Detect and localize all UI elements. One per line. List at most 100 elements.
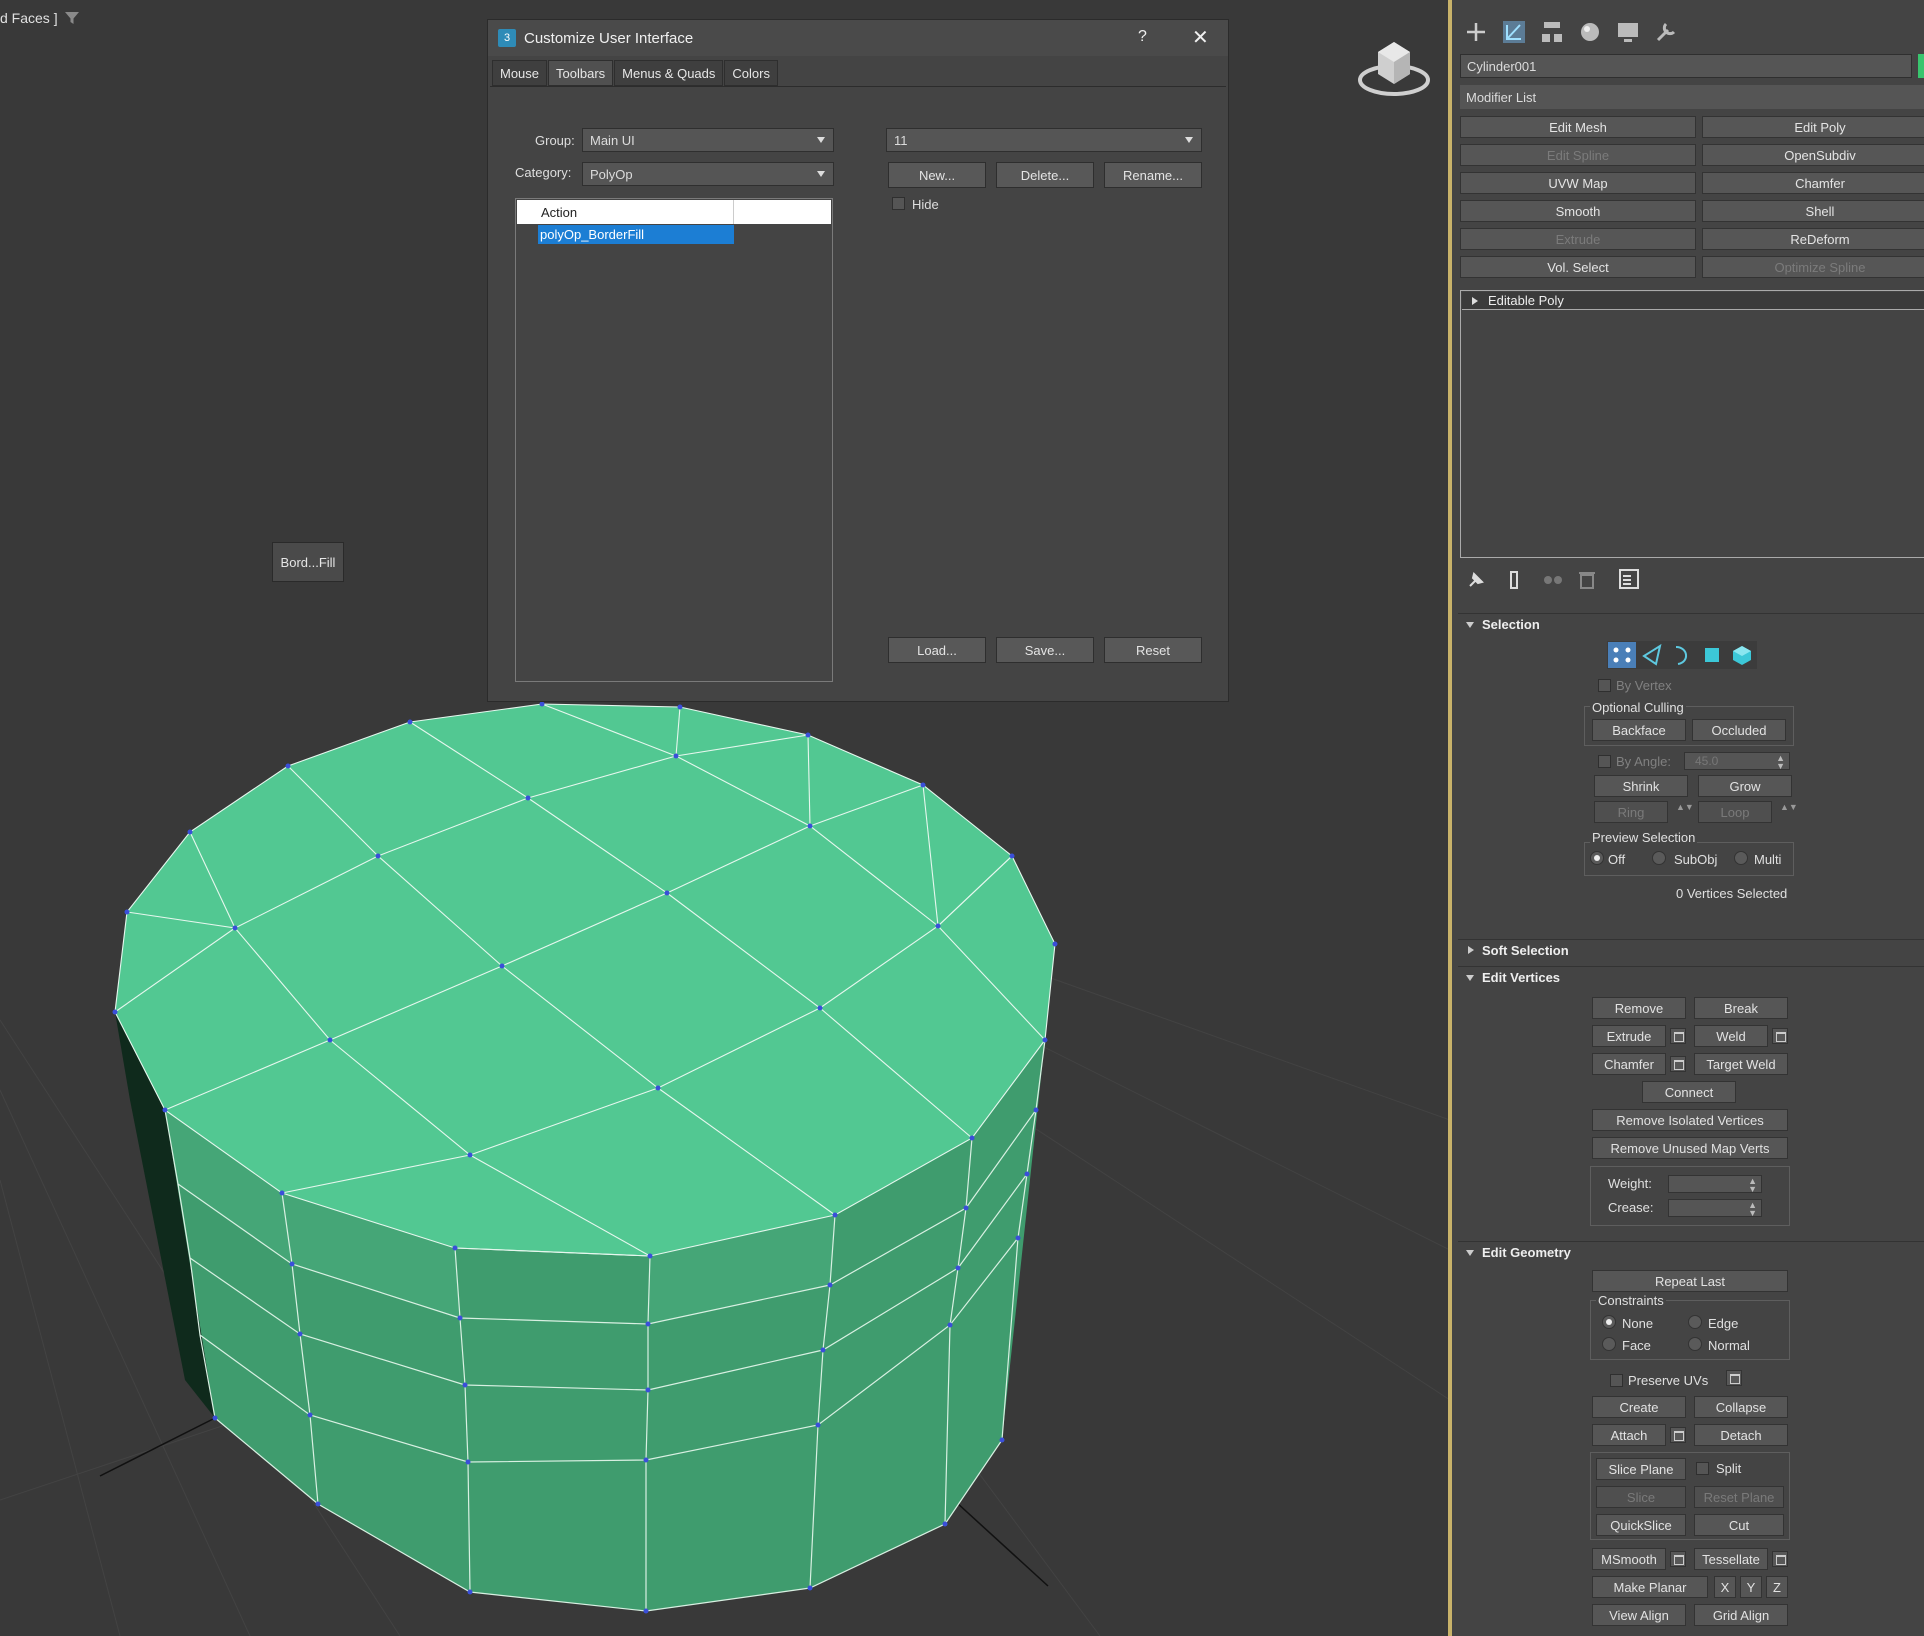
reset-button[interactable]: Reset [1104,637,1202,663]
tessellate-button[interactable]: Tessellate [1694,1548,1768,1570]
spinner-arrows-icon[interactable]: ▲ ▼ [1748,1177,1757,1194]
loop-button[interactable]: Loop [1698,801,1772,823]
close-icon[interactable]: ✕ [1192,25,1209,50]
slice-plane-button[interactable]: Slice Plane [1596,1458,1686,1480]
occluded-button[interactable]: Occluded [1692,719,1786,741]
modifier-redeform-button[interactable]: ReDeform [1702,228,1924,250]
border-level-icon[interactable] [1668,642,1696,668]
connect-button[interactable]: Connect [1642,1081,1736,1103]
tessellate-settings-icon[interactable] [1772,1551,1788,1567]
hierarchy-icon[interactable] [1538,18,1566,46]
modifier-uvw-map-button[interactable]: UVW Map [1460,172,1696,194]
quickslice-button[interactable]: QuickSlice [1596,1514,1686,1536]
modifier-edit-poly-button[interactable]: Edit Poly [1702,116,1924,138]
constraint-face-radio[interactable] [1602,1337,1616,1351]
edit-geometry-rollout-header[interactable]: Edit Geometry [1458,1241,1924,1263]
list-item-selected[interactable]: polyOp_BorderFill [538,225,734,244]
selection-rollout-header[interactable]: Selection [1458,613,1924,635]
constraint-edge-radio[interactable] [1688,1315,1702,1329]
preview-multi-radio[interactable] [1734,851,1748,865]
modifier-vol-select-button[interactable]: Vol. Select [1460,256,1696,278]
remove-button[interactable]: Remove [1592,997,1686,1019]
planar-z-button[interactable]: Z [1766,1576,1788,1598]
preserve-uvs-checkbox[interactable] [1610,1374,1623,1387]
by-vertex-checkbox[interactable] [1598,679,1611,692]
preserve-uvs-settings-icon[interactable] [1726,1370,1742,1386]
display-icon[interactable] [1614,18,1642,46]
modifier-smooth-button[interactable]: Smooth [1460,200,1696,222]
load-button[interactable]: Load... [888,637,986,663]
by-angle-checkbox[interactable] [1598,755,1611,768]
rename-button[interactable]: Rename... [1104,162,1202,188]
object-name-field[interactable]: Cylinder001 [1460,54,1912,78]
tab-toolbars[interactable]: Toolbars [548,60,614,86]
slice-button[interactable]: Slice [1596,1486,1686,1508]
extrude-settings-icon[interactable] [1670,1028,1686,1044]
vertex-level-icon[interactable] [1608,642,1636,668]
attach-settings-icon[interactable] [1670,1427,1686,1443]
tab-menus-quads[interactable]: Menus & Quads [614,60,724,86]
group-dropdown[interactable]: Main UI [582,128,834,152]
msmooth-settings-icon[interactable] [1670,1551,1686,1567]
constraint-normal-radio[interactable] [1688,1337,1702,1351]
category-dropdown[interactable]: PolyOp [582,162,834,186]
create-icon[interactable] [1462,18,1490,46]
break-button[interactable]: Break [1694,997,1788,1019]
viewport-shading-label[interactable]: d Faces ] [0,10,58,26]
edit-vertices-rollout-header[interactable]: Edit Vertices [1458,966,1924,988]
chamfer-button[interactable]: Chamfer [1592,1053,1666,1075]
target-weld-button[interactable]: Target Weld [1694,1053,1788,1075]
polygon-level-icon[interactable] [1698,642,1726,668]
element-level-icon[interactable] [1728,642,1756,668]
msmooth-button[interactable]: MSmooth [1592,1548,1666,1570]
viewcube-icon[interactable] [1354,30,1434,102]
grid-align-button[interactable]: Grid Align [1694,1604,1788,1626]
weight-spinner[interactable]: ▲ ▼ [1668,1175,1762,1194]
make-planar-button[interactable]: Make Planar [1592,1576,1708,1598]
spinner-arrows-icon[interactable]: ▲ ▼ [1748,1201,1757,1218]
preview-off-radio[interactable] [1590,851,1604,865]
configure-modifier-sets-icon[interactable] [1618,568,1640,590]
cut-button[interactable]: Cut [1694,1514,1784,1536]
split-checkbox[interactable] [1696,1462,1709,1475]
attach-button[interactable]: Attach [1592,1424,1666,1446]
modifier-chamfer-button[interactable]: Chamfer [1702,172,1924,194]
action-list[interactable]: Action polyOp_BorderFill [515,198,833,682]
preview-subobj-radio[interactable] [1652,851,1666,865]
border-fill-button[interactable]: Bord...Fill [272,542,344,582]
modify-icon[interactable] [1500,18,1528,46]
modifier-optimize-spline-button[interactable]: Optimize Spline [1702,256,1924,278]
remove-unused-map-verts-button[interactable]: Remove Unused Map Verts [1592,1137,1788,1159]
filter-icon[interactable] [64,10,80,26]
weld-button[interactable]: Weld [1694,1025,1768,1047]
create-button[interactable]: Create [1592,1396,1686,1418]
ring-spinner-icon[interactable]: ▲▼ [1676,802,1694,812]
angle-spinner[interactable]: 45.0 ▲ ▼ [1684,752,1790,771]
loop-spinner-icon[interactable]: ▲▼ [1780,802,1798,812]
view-align-button[interactable]: View Align [1592,1604,1686,1626]
utilities-icon[interactable] [1652,18,1680,46]
remove-modifier-icon[interactable] [1578,570,1596,590]
object-color-swatch[interactable] [1918,54,1924,78]
action-column-header[interactable]: Action [517,200,831,224]
extrude-button[interactable]: Extrude [1592,1025,1666,1047]
planar-y-button[interactable]: Y [1740,1576,1762,1598]
constraint-none-radio[interactable] [1602,1315,1616,1329]
pin-stack-icon[interactable] [1466,570,1486,590]
collapse-button[interactable]: Collapse [1694,1396,1788,1418]
planar-x-button[interactable]: X [1714,1576,1736,1598]
expand-arrow-icon[interactable] [1472,297,1478,305]
spinner-arrows-icon[interactable]: ▲ ▼ [1776,754,1785,771]
new-button[interactable]: New... [888,162,986,188]
modifier-edit-mesh-button[interactable]: Edit Mesh [1460,116,1696,138]
toolbar-dropdown[interactable]: 11 [886,128,1202,152]
modifier-stack[interactable]: Editable Poly [1460,290,1924,558]
tab-mouse[interactable]: Mouse [492,60,548,86]
save-button[interactable]: Save... [996,637,1094,663]
backface-button[interactable]: Backface [1592,719,1686,741]
modifier-extrude-button[interactable]: Extrude [1460,228,1696,250]
help-icon[interactable]: ? [1138,28,1147,46]
dialog-titlebar[interactable]: 3 Customize User Interface ? ✕ [488,20,1228,56]
chamfer-settings-icon[interactable] [1670,1056,1686,1072]
reset-plane-button[interactable]: Reset Plane [1694,1486,1784,1508]
